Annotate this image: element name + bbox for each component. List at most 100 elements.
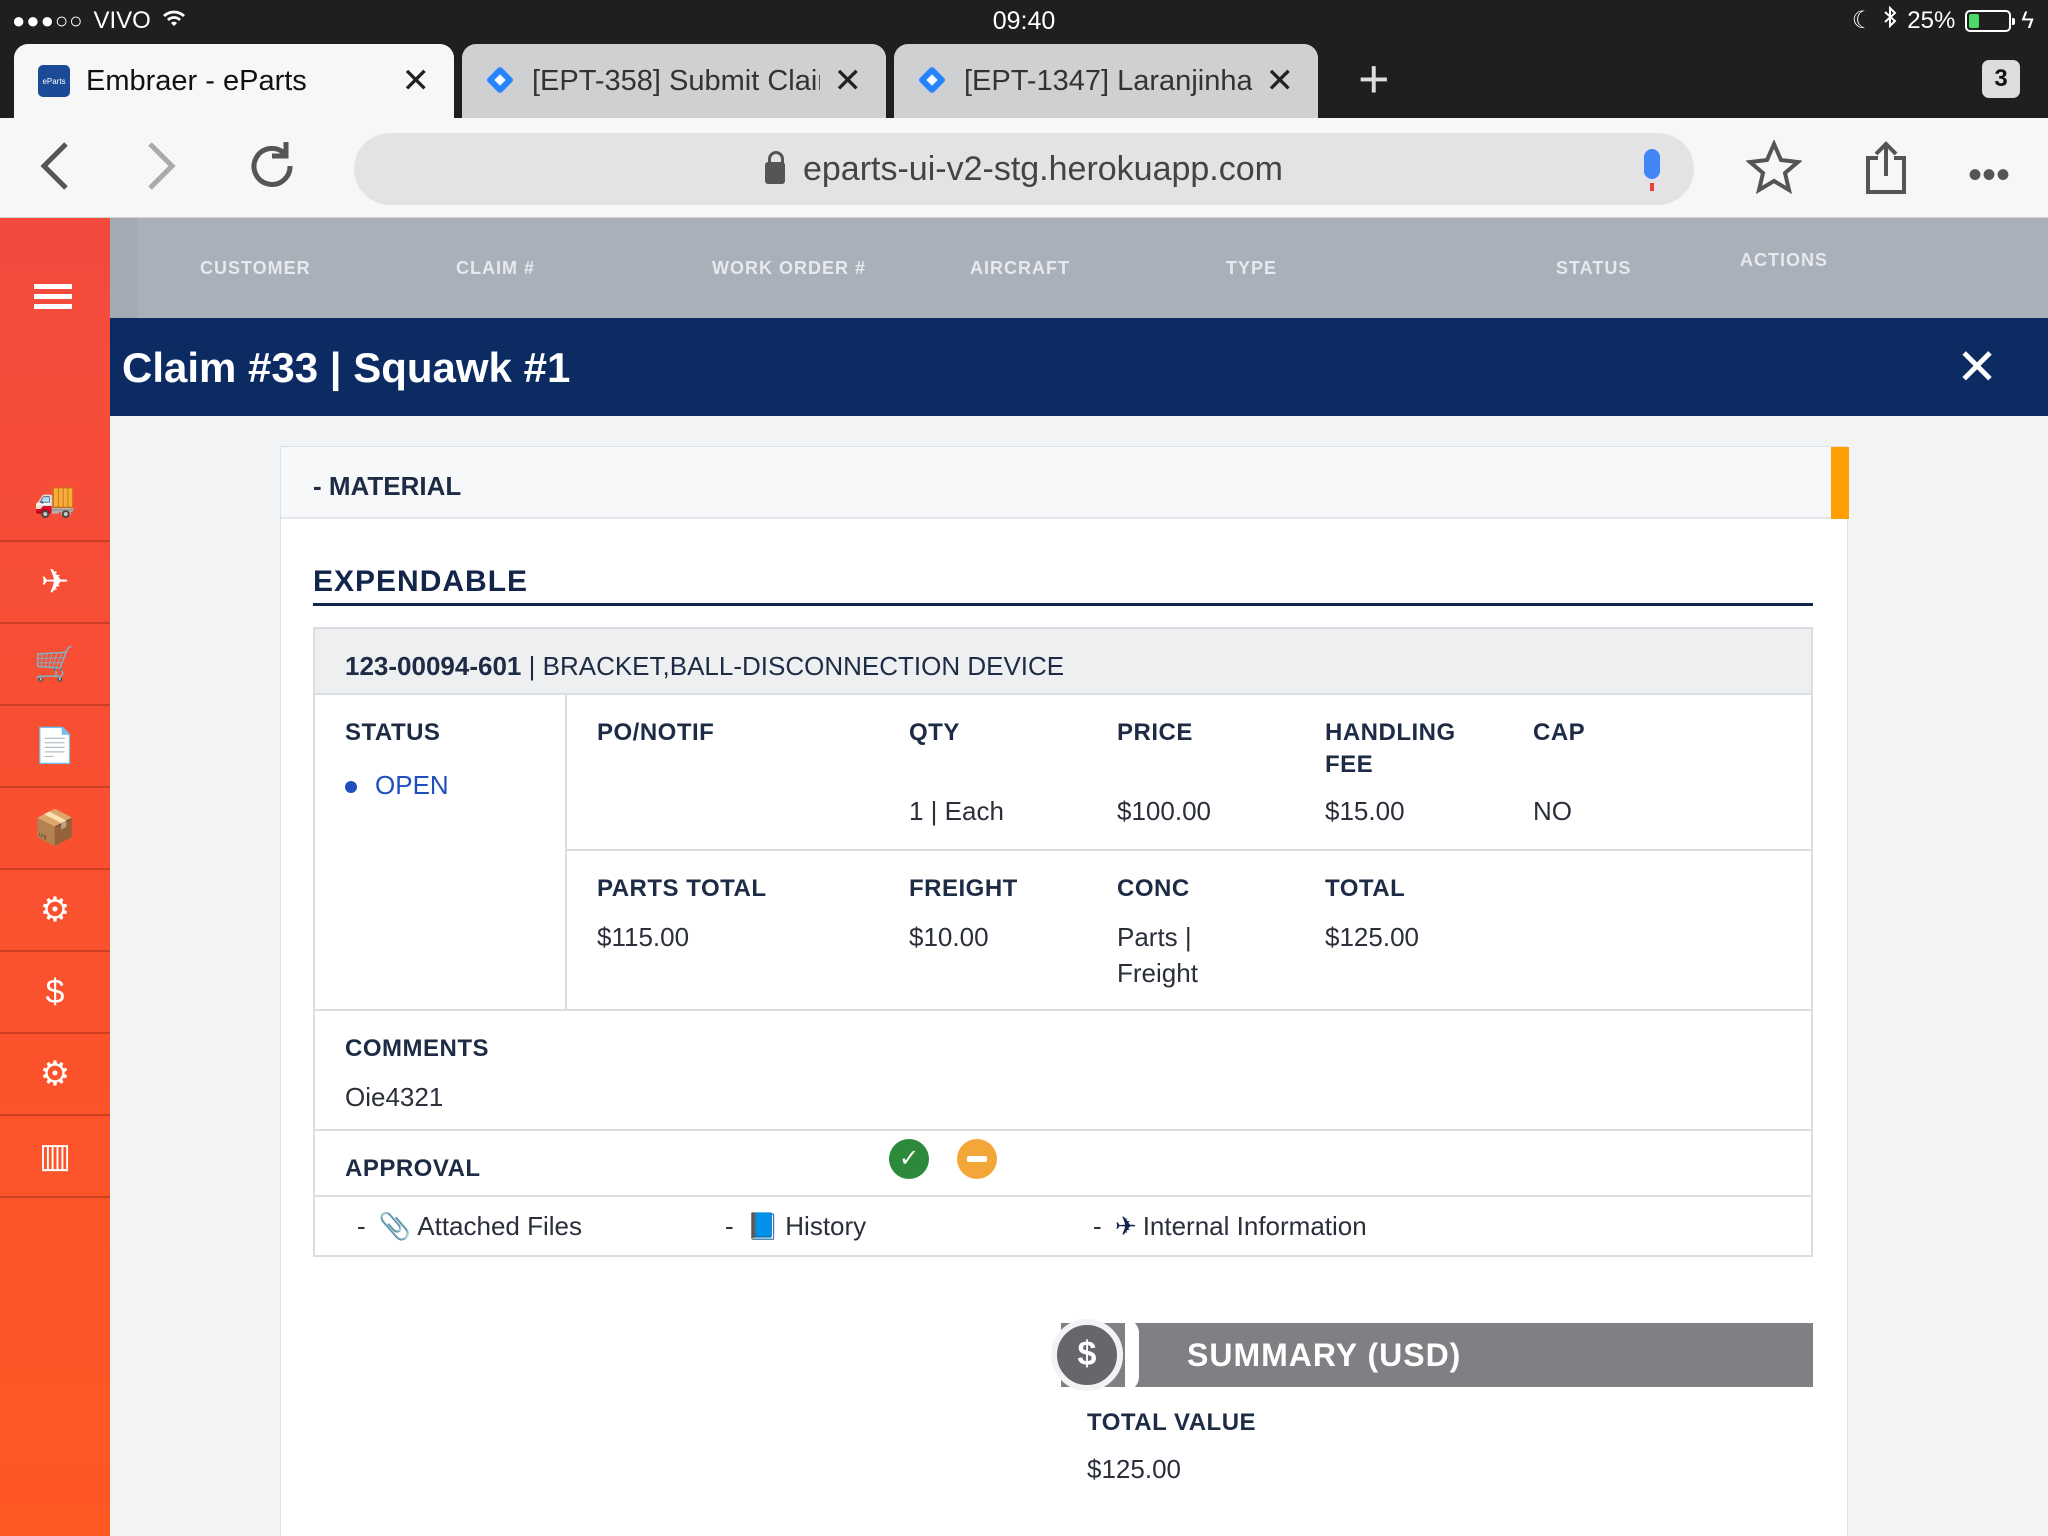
conc-label: CONC [1117,875,1190,902]
total-value: $125.00 [1325,922,1419,952]
attached-files-link[interactable]: - 📎 Attached Files [357,1211,582,1242]
do-not-disturb-icon: ☾ [1851,7,1874,34]
close-tab-icon[interactable]: ✕ [834,61,863,101]
cap-label: CAP [1533,719,1586,746]
new-tab-button[interactable]: + [1358,52,1390,106]
sidebar-item-refund-icon[interactable]: $ [0,952,110,1034]
row-divider [315,1129,1811,1131]
price-label: PRICE [1117,719,1193,746]
plane-icon: ✈ [1114,1211,1137,1241]
parts-total-value: $115.00 [597,922,690,952]
column-work-order: WORK ORDER # [712,258,867,278]
comments-value: Oie4321 [345,1082,444,1112]
part-number: 123-00094-601 [345,651,522,681]
column-customer: CUSTOMER [200,258,311,278]
tab-ept-358[interactable]: [EPT-358] Submit Claim ✕ [462,44,886,118]
lock-icon [764,151,785,184]
freight-label: FREIGHT [909,875,1018,902]
battery-percent: 25% [1907,6,1956,34]
modal-title: Claim #33 | Squawk #1 [122,344,571,391]
eparts-favicon-icon: eParts [38,65,70,97]
bookmark-star-icon[interactable] [1745,139,1803,205]
browser-toolbar: eparts-ui-v2-stg.herokuapp.com ••• [0,118,2048,218]
browser-tab-bar: eParts Embraer - eParts ✕ [EPT-358] Subm… [0,40,2048,118]
qty-label: QTY [909,719,960,746]
sidebar-item-document-icon[interactable]: 📄 [0,706,110,788]
dollar-coin-icon: $ [1051,1319,1139,1391]
status-value: OPEN [375,770,449,800]
close-tab-icon[interactable]: ✕ [1266,61,1295,101]
sidebar-item-gear-swap-icon[interactable]: ⚙ [0,870,110,952]
sidebar-item-return-box-icon[interactable]: 📦 [0,788,110,870]
back-button[interactable] [36,136,72,206]
claims-table-header: CUSTOMER CLAIM # WORK ORDER # AIRCRAFT T… [110,218,2048,318]
paperclip-icon: 📎 [378,1211,412,1241]
tab-embraer-eparts[interactable]: eParts Embraer - eParts ✕ [14,44,454,118]
battery-icon [1965,9,2016,32]
sidebar-item-truck-icon[interactable]: 🚚 [0,460,110,542]
total-value-amount: $125.00 [1087,1454,1181,1484]
microphone-icon[interactable] [1644,149,1660,191]
part-item: 123-00094-601 | BRACKET,BALL-DISCONNECTI… [313,627,1813,1257]
jira-icon [918,66,948,96]
price-value: $100.00 [1117,796,1211,826]
modal-header: Claim #33 | Squawk #1 ✕ [110,318,2048,416]
section-accent [1831,447,1849,519]
material-section-toggle[interactable]: - MATERIAL [281,447,1849,519]
forward-button[interactable] [144,136,180,206]
close-modal-icon[interactable]: ✕ [1956,338,1998,396]
approval-label: APPROVAL [345,1155,481,1182]
row-divider [315,1009,1811,1011]
app-sidebar: 🚚 ✈ 🛒 📄 📦 ⚙ $ ⚙ ▥ [0,218,110,1536]
tab-ept-1347[interactable]: [EPT-1347] Laranjinha n ✕ [894,44,1318,118]
book-icon: 📘 [746,1211,780,1241]
sidebar-item-gears-icon[interactable]: ⚙ [0,1034,110,1116]
hamburger-menu-icon[interactable] [34,284,72,314]
approve-check-icon[interactable]: ✓ [889,1139,929,1179]
more-menu-icon[interactable]: ••• [1968,148,2010,202]
summary-title: SUMMARY (USD) [1187,1337,1462,1373]
total-value-label: TOTAL VALUE [1087,1409,1257,1436]
handling-fee-label: HANDLING FEE [1325,719,1456,778]
qty-value: 1 | Each [909,796,1004,826]
summary-header: $ SUMMARY (USD) [1051,1319,1813,1391]
sidebar-item-cart-icon[interactable]: 🛒 [0,624,110,706]
history-link[interactable]: - 📘 History [725,1211,866,1242]
device-status-bar: ●●●○○ VIVO 09:40 ☾ 25% ϟ [0,0,2048,40]
close-tab-icon[interactable]: ✕ [402,61,431,101]
url-text: eparts-ui-v2-stg.herokuapp.com [802,149,1283,188]
sidebar-item-bar-chart-icon[interactable]: ▥ [0,1116,110,1198]
modal-body: - MATERIAL EXPENDABLE 123-00094-601 | BR… [110,416,2048,1536]
column-status: STATUS [1556,258,1632,278]
comments-label: COMMENTS [345,1035,489,1062]
column-claim: CLAIM # [456,258,535,278]
material-card: - MATERIAL EXPENDABLE 123-00094-601 | BR… [280,446,1849,1536]
part-header: 123-00094-601 | BRACKET,BALL-DISCONNECTI… [315,629,1811,695]
tab-title: [EPT-1347] Laranjinha n [964,64,1252,97]
tab-switcher-button[interactable]: 3 [1982,60,2020,98]
clock: 09:40 [992,7,1056,35]
approve-minus-icon[interactable] [957,1139,997,1179]
internal-information-link[interactable]: - ✈ Internal Information [1093,1211,1367,1242]
column-type: TYPE [1226,258,1278,278]
column-aircraft: AIRCRAFT [970,258,1070,278]
status-label: STATUS [345,719,441,746]
tab-title: [EPT-358] Submit Claim [532,64,820,97]
tab-title: Embraer - eParts [86,64,307,97]
total-label: TOTAL [1325,875,1406,902]
po-notif-label: PO/NOTIF [597,719,715,746]
handling-fee-value: $15.00 [1325,796,1405,826]
charging-icon: ϟ [2021,6,2034,34]
sidebar-item-plane-icon[interactable]: ✈ [0,542,110,624]
reload-button[interactable] [246,136,298,206]
address-bar[interactable]: eparts-ui-v2-stg.herokuapp.com [354,133,1694,205]
column-actions: ACTIONS [1740,250,1828,270]
bluetooth-icon [1883,5,1897,35]
category-title: EXPENDABLE [313,565,529,598]
section-title: - MATERIAL [313,471,462,501]
conc-value: Parts | Freight [1117,922,1198,988]
share-icon[interactable] [1862,140,1910,205]
freight-value: $10.00 [909,922,989,952]
jira-icon [486,66,516,96]
cap-value: NO [1533,796,1572,826]
